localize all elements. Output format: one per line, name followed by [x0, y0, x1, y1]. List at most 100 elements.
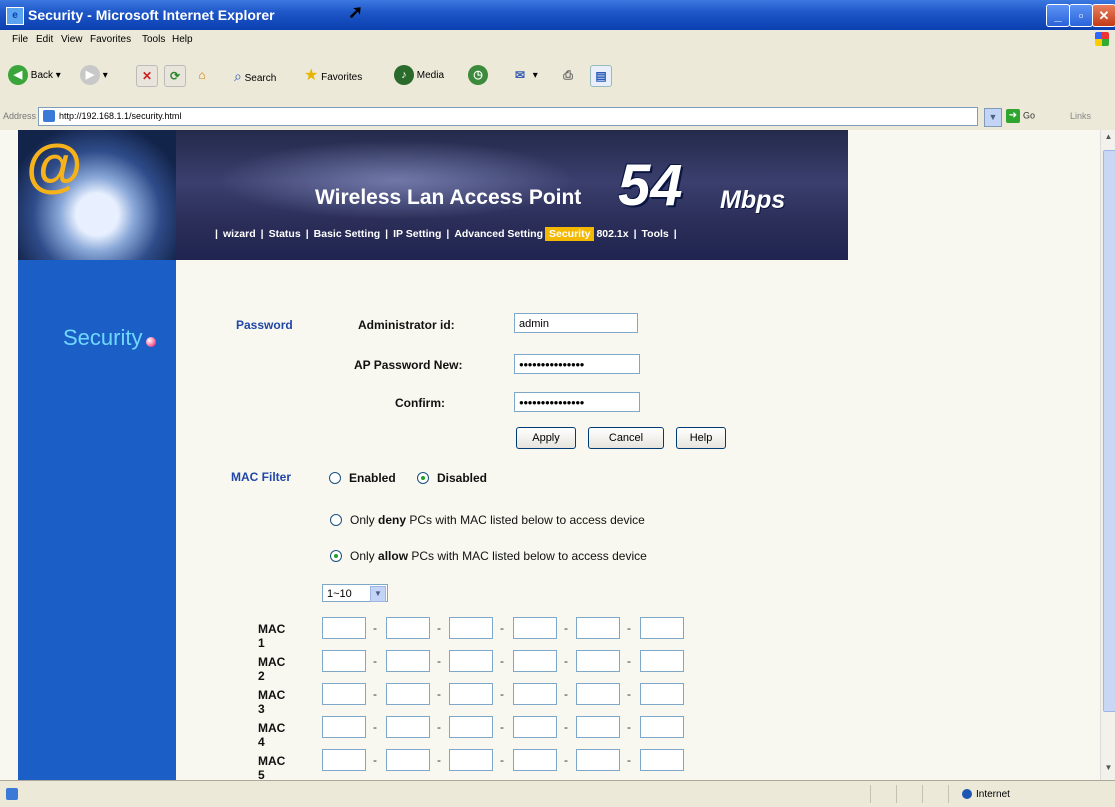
mac-octet-input[interactable] [513, 749, 557, 771]
status-bar: Internet [0, 780, 1115, 807]
mac-octet-input[interactable] [449, 683, 493, 705]
mac-octet-input[interactable] [576, 650, 620, 672]
mac-octet-input[interactable] [322, 716, 366, 738]
stop-icon: ✕ [136, 65, 158, 87]
links-button[interactable]: Links [1070, 111, 1091, 121]
mac-octet-input[interactable] [322, 650, 366, 672]
mac-octet-input[interactable] [322, 617, 366, 639]
menu-favorites[interactable]: Favorites [90, 34, 131, 45]
vertical-scrollbar[interactable]: ▲ ▼ [1100, 130, 1115, 780]
forward-button[interactable]: ▶ ▾ [80, 65, 108, 87]
status-divider [922, 785, 923, 803]
menu-edit[interactable]: Edit [36, 34, 53, 45]
mac-octet-input[interactable] [513, 617, 557, 639]
mac-octet-input[interactable] [513, 683, 557, 705]
nav-ip-setting[interactable]: IP Setting [391, 228, 443, 240]
stop-button[interactable]: ✕ [136, 65, 158, 87]
mac-label: MAC 4 [258, 721, 286, 749]
mac-octet-input[interactable] [576, 683, 620, 705]
mac-octet-input[interactable] [386, 716, 430, 738]
new-password-input[interactable]: ●●●●●●●●●●●●●●● [514, 354, 640, 374]
refresh-button[interactable]: ⟳ [164, 65, 186, 87]
mac-octet-input[interactable] [640, 683, 684, 705]
window-title: Security - Microsoft Internet Explorer [28, 7, 275, 23]
go-button[interactable]: ➜ Go [1006, 109, 1035, 123]
scroll-thumb[interactable] [1103, 150, 1115, 712]
mac-octet-input[interactable] [386, 617, 430, 639]
allow-mode-radio[interactable] [330, 550, 342, 562]
history-button[interactable]: ◷ [468, 65, 488, 87]
admin-id-input[interactable]: admin [514, 313, 638, 333]
scroll-up-icon[interactable]: ▲ [1102, 132, 1115, 147]
mac-filter-enabled-radio[interactable] [329, 472, 341, 484]
nav-security[interactable]: Security [545, 227, 595, 241]
home-button[interactable]: ⌂ [192, 65, 212, 87]
mac-octet-input[interactable] [449, 716, 493, 738]
mac-octet-input[interactable] [576, 617, 620, 639]
mac-octet-input[interactable] [640, 617, 684, 639]
help-button[interactable]: Help [676, 427, 726, 449]
media-button[interactable]: ♪ Media [394, 65, 444, 87]
mac-octet-input[interactable] [640, 716, 684, 738]
address-input[interactable]: http://192.168.1.1/security.html [38, 107, 978, 126]
favorites-label: Favorites [321, 72, 363, 83]
deny-mode-radio[interactable] [330, 514, 342, 526]
mac-octet-input[interactable] [513, 650, 557, 672]
mac-octet-input[interactable] [449, 650, 493, 672]
mail-icon: ✉ [514, 68, 526, 83]
menu-file[interactable]: File [12, 34, 28, 45]
allow-prefix: Only [350, 549, 375, 563]
zone-label: Internet [976, 789, 1010, 800]
minimize-button[interactable]: _ [1046, 4, 1070, 27]
security-zone: Internet [962, 789, 1010, 800]
header-banner: Wireless Lan Access Point 54 Mbps | wizar… [176, 130, 848, 260]
mac-filter-disabled-radio[interactable] [417, 472, 429, 484]
mac-octet-input[interactable] [449, 617, 493, 639]
nav-tools[interactable]: Tools [640, 228, 671, 240]
mac-octet-input[interactable] [386, 749, 430, 771]
favorites-button[interactable]: ★ Favorites [304, 65, 362, 87]
maximize-button[interactable]: ▫ [1069, 4, 1093, 27]
mac-octet-input[interactable] [322, 683, 366, 705]
nav-advanced-setting[interactable]: Advanced Setting [452, 228, 545, 240]
media-label: Media [416, 70, 445, 81]
scroll-down-icon[interactable]: ▼ [1102, 763, 1115, 778]
menu-tools[interactable]: Tools [142, 34, 165, 45]
status-divider [896, 785, 897, 803]
page-icon [43, 110, 55, 122]
search-button[interactable]: ⌕ Search [234, 65, 276, 87]
back-button[interactable]: ◀ Back ▾ [8, 65, 61, 87]
mac-octet-input[interactable] [322, 749, 366, 771]
menu-help[interactable]: Help [172, 34, 193, 45]
apply-button[interactable]: Apply [516, 427, 576, 449]
cancel-button[interactable]: Cancel [588, 427, 664, 449]
confirm-password-input[interactable]: ●●●●●●●●●●●●●●● [514, 392, 640, 412]
mac-octet-input[interactable] [386, 683, 430, 705]
mac-octet-input[interactable] [640, 650, 684, 672]
mac-separator: - [500, 720, 504, 734]
mouse-cursor-icon: ➚ [348, 2, 364, 22]
mac-octet-input[interactable] [386, 650, 430, 672]
menu-view[interactable]: View [61, 34, 83, 45]
history-icon: ◷ [468, 65, 488, 86]
mac-octet-input[interactable] [449, 749, 493, 771]
print-button[interactable]: ⎙ [558, 65, 578, 87]
deny-mode-label: Only deny PCs with MAC listed below to a… [350, 513, 645, 527]
nav-wizard[interactable]: wizard [221, 228, 258, 240]
chevron-down-icon: ▼ [370, 586, 386, 602]
mail-button[interactable]: ✉ ▾ [510, 65, 538, 87]
address-url: http://192.168.1.1/security.html [59, 111, 182, 121]
close-button[interactable]: ✕ [1092, 4, 1115, 27]
mac-octet-input[interactable] [576, 749, 620, 771]
nav-status[interactable]: Status [267, 228, 303, 240]
page-title: Security [63, 325, 157, 351]
address-dropdown-button[interactable]: ▼ [984, 108, 1002, 127]
mac-octet-input[interactable] [513, 716, 557, 738]
mac-range-select[interactable]: 1~10 ▼ [322, 584, 388, 602]
edit-button[interactable]: ▤ [590, 65, 612, 87]
mac-octet-input[interactable] [640, 749, 684, 771]
nav-basic-setting[interactable]: Basic Setting [312, 228, 383, 240]
nav-802-1x[interactable]: 802.1x [594, 228, 630, 240]
browser-toolbar: ◀ Back ▾ ▶ ▾ ✕ ⟳ ⌂ ⌕ Search ★ Favorites … [0, 51, 1115, 101]
mac-octet-input[interactable] [576, 716, 620, 738]
